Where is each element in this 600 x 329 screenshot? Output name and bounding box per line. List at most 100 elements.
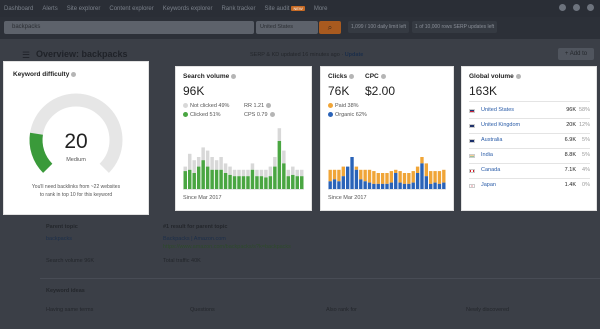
clicks-chart <box>328 157 446 189</box>
not-clicked-bar <box>210 157 214 170</box>
col-also-rank-for[interactable]: Also rank for <box>326 307 357 313</box>
search-input[interactable]: backpacks <box>4 21 254 34</box>
flag-au-icon <box>469 139 475 143</box>
country-row[interactable]: Australia 6.9K 5% <box>469 135 590 148</box>
not-clicked-bar <box>250 163 255 170</box>
nav-content-explorer[interactable]: Content explorer <box>109 6 153 12</box>
not-clicked-bar <box>273 157 277 167</box>
flag-us-icon <box>469 109 475 113</box>
top-result-label: #1 result for parent topic <box>163 224 228 230</box>
info-icon[interactable] <box>349 73 355 79</box>
not-clicked-bar <box>201 147 205 161</box>
divider <box>183 189 304 190</box>
country-name[interactable]: United States <box>481 107 514 113</box>
nav-site-explorer[interactable]: Site explorer <box>67 6 101 12</box>
account-icon[interactable] <box>587 4 594 11</box>
country-name[interactable]: India <box>481 152 493 158</box>
parent-topic-label: Parent topic <box>46 224 78 230</box>
cpc-title: CPC <box>365 73 386 80</box>
col-having-same-terms[interactable]: Having same terms <box>46 307 93 313</box>
not-clicked-bar <box>300 169 304 177</box>
country-row[interactable]: Canada 7.1K 4% <box>469 165 590 178</box>
flag-in-icon <box>469 154 475 158</box>
nav-more[interactable]: More <box>314 6 328 12</box>
info-icon[interactable] <box>380 73 386 79</box>
country-volume: 20K <box>566 122 576 128</box>
info-icon[interactable] <box>515 73 521 79</box>
info-icon[interactable] <box>269 112 275 118</box>
organic-bar <box>363 181 367 189</box>
search-icon: ⌕ <box>327 23 333 32</box>
divider <box>469 101 590 102</box>
clicked-bar <box>192 173 196 189</box>
country-share: 0% <box>582 182 590 188</box>
nav-site-audit[interactable]: Site audit NEW <box>264 5 305 12</box>
cpc-value: $2.00 <box>365 84 396 98</box>
country-name[interactable]: Japan <box>481 182 496 188</box>
info-icon[interactable] <box>231 73 237 79</box>
organic-bar <box>394 173 398 189</box>
search-volume-card: Search volume 96K Not clicked 49% Clicke… <box>176 67 311 210</box>
paid-bar <box>359 169 363 180</box>
clicked-bar <box>237 176 241 189</box>
global-volume-card: Global volume 163K United States 96K 58% Un… <box>462 67 596 210</box>
paid-bar <box>332 169 337 180</box>
search-button[interactable]: ⌕ <box>319 21 341 34</box>
not-clicked-dot <box>183 103 188 109</box>
paid-bar <box>394 169 398 173</box>
paid-bar <box>363 169 367 182</box>
country-name[interactable]: United Kingdom <box>481 122 520 128</box>
paid-bar <box>398 171 402 183</box>
country-name[interactable]: Canada <box>481 167 500 173</box>
settings-icon[interactable] <box>573 4 580 11</box>
not-clicked-bar <box>187 153 192 170</box>
country-row[interactable]: United States 96K 58% <box>469 105 590 118</box>
info-icon[interactable] <box>266 103 272 109</box>
clicked-bar <box>187 169 192 189</box>
help-icon[interactable] <box>559 4 566 11</box>
clicked-bar <box>282 163 286 189</box>
hamburger-menu-icon[interactable]: ☰ <box>22 50 30 61</box>
country-row[interactable]: United Kingdom 20K 12% <box>469 120 590 133</box>
col-questions[interactable]: Questions <box>190 307 215 313</box>
not-clicked-bar <box>196 157 201 167</box>
organic-bar <box>359 179 363 189</box>
top-navigation: Dashboard Alerts Site explorer Content e… <box>0 0 600 17</box>
sv-cps: CPS 0.79 <box>244 112 275 118</box>
nav-alerts[interactable]: Alerts <box>42 6 57 12</box>
not-clicked-bar <box>291 166 295 175</box>
not-clicked-bar <box>232 169 237 177</box>
sv-since: Since Mar 2017 <box>183 195 222 201</box>
search-bar: backpacks United States ⌕ 1,099 / 100 da… <box>0 17 600 39</box>
top-result-url[interactable]: https://www.amazon.com/backpacks/s?k=bac… <box>163 244 291 250</box>
clicks-cpc-card: Clicks CPC 76K $2.00 Paid 38% Organic 62… <box>321 67 453 210</box>
country-share: 58% <box>578 107 590 113</box>
clicked-bar <box>201 160 205 189</box>
col-newly-discovered[interactable]: Newly discovered <box>466 307 509 313</box>
paid-bar <box>433 171 437 183</box>
country-volume: 8.8K <box>564 152 576 158</box>
info-icon[interactable] <box>71 71 77 77</box>
top-result-link[interactable]: Backpacks | Amazon.com <box>163 236 226 242</box>
update-link[interactable]: Update <box>345 52 364 58</box>
not-clicked-bar <box>205 150 210 167</box>
country-row[interactable]: Japan 1.4K 0% <box>469 180 590 193</box>
usage-limits: 1,099 / 100 daily limit left 1 of 10,000… <box>348 21 498 33</box>
gv-title: Global volume <box>469 73 521 80</box>
paid-bar <box>442 169 446 183</box>
country-name[interactable]: Australia <box>481 137 502 143</box>
nav-dashboard[interactable]: Dashboard <box>4 6 33 12</box>
nav-rank-tracker[interactable]: Rank tracker <box>221 6 255 12</box>
country-row[interactable]: India 8.8K 5% <box>469 150 590 163</box>
flag-uk-icon <box>469 124 475 128</box>
country-select[interactable]: United States <box>256 21 318 34</box>
clicks-paid: Paid 38% <box>328 103 359 109</box>
kd-title: Keyword difficulty <box>13 71 77 78</box>
paid-bar <box>328 169 332 182</box>
not-clicked-bar <box>282 150 286 164</box>
add-to-button[interactable]: + Add to <box>558 48 594 60</box>
clicked-bar <box>277 141 282 189</box>
parent-topic-link[interactable]: backpacks <box>46 236 72 242</box>
paid-bar <box>337 169 341 182</box>
nav-keywords-explorer[interactable]: Keywords explorer <box>163 6 213 12</box>
